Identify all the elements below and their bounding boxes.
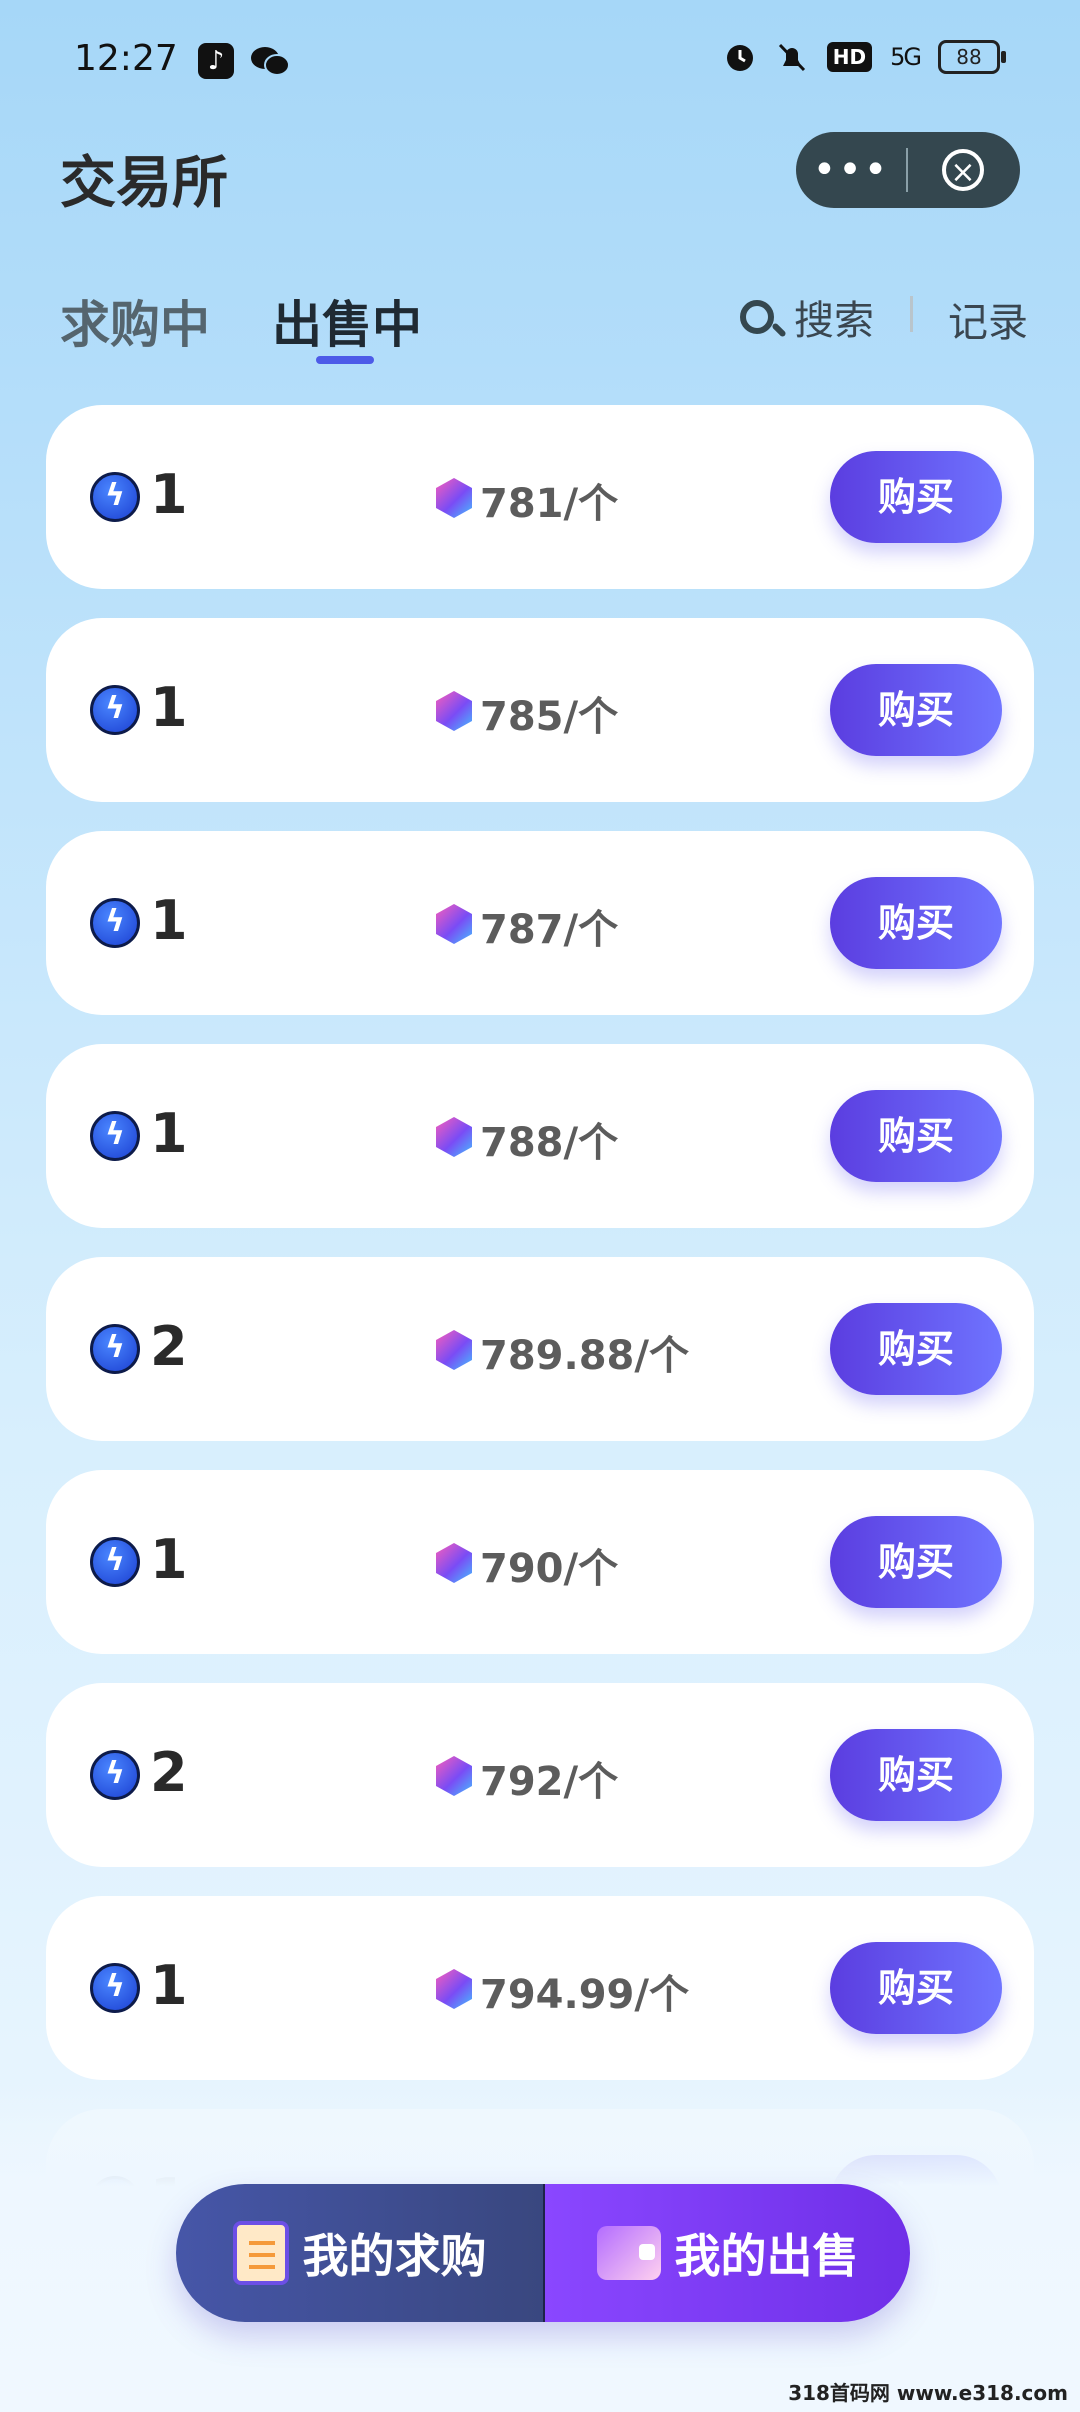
item-price: 787/个 — [480, 907, 619, 953]
list-item: ϟ 2 789.88/个 购买 — [46, 1257, 1034, 1441]
lightning-coin-icon: ϟ — [90, 1750, 140, 1800]
item-price: 789.88/个 — [480, 1333, 689, 1379]
lightning-coin-icon: ϟ — [90, 898, 140, 948]
buy-button[interactable]: 购买 — [830, 1516, 1002, 1608]
item-quantity: 1 — [150, 1528, 188, 1591]
alarm-icon — [726, 45, 753, 71]
signal-5g-icon: 5G — [890, 43, 922, 71]
list-item: ϟ 2 792/个 购买 — [46, 1683, 1034, 1867]
lightning-coin-icon: ϟ — [90, 1537, 140, 1587]
tab-buying[interactable]: 求购中 — [60, 285, 210, 357]
item-quantity: 1 — [150, 463, 188, 526]
buy-button[interactable]: 购买 — [830, 1942, 1002, 2034]
gem-icon — [436, 904, 472, 944]
my-sell-label: 我的出售 — [674, 2229, 859, 2283]
wechat-icon — [251, 47, 290, 76]
gem-icon — [436, 1969, 472, 2009]
tab-selling[interactable]: 出售中 — [272, 285, 422, 357]
gem-icon — [436, 691, 472, 731]
tiktok-icon: ♪ — [198, 43, 234, 79]
status-icons: HD 5G 88 — [723, 40, 1006, 74]
item-quantity: 1 — [150, 676, 188, 739]
lightning-coin-icon: ϟ — [90, 685, 140, 735]
mute-bell-icon — [778, 43, 805, 72]
buy-button[interactable]: 购买 — [830, 877, 1002, 969]
item-quantity: 1 — [150, 1102, 188, 1165]
list-item: ϟ 1 785/个 购买 — [46, 618, 1034, 802]
watermark: 318首码网 www.e318.com — [788, 2381, 1068, 2405]
search-icon — [740, 300, 774, 334]
item-quantity: 2 — [150, 1741, 188, 1804]
item-price: 790/个 — [480, 1546, 619, 1592]
my-sell-button[interactable]: 我的出售 — [545, 2184, 910, 2322]
item-quantity: 1 — [150, 1954, 188, 2017]
active-tab-indicator — [316, 356, 374, 364]
item-price: 785/个 — [480, 694, 619, 740]
search-label: 搜索 — [794, 298, 874, 344]
gem-icon — [436, 478, 472, 518]
hd-badge: HD — [826, 42, 873, 72]
search-button[interactable]: 搜索 — [740, 288, 874, 346]
buy-button[interactable]: 购买 — [830, 1303, 1002, 1395]
item-price: 792/个 — [480, 1759, 619, 1805]
wallet-icon — [596, 2226, 661, 2280]
close-icon: × — [942, 149, 984, 191]
list-item: ϟ 1 790/个 购买 — [46, 1470, 1034, 1654]
listing-list: ϟ 1 781/个 购买 ϟ 1 785/个 购买 ϟ 1 787/个 购买 ϟ… — [46, 405, 1034, 2258]
buy-button[interactable]: 购买 — [830, 1729, 1002, 1821]
lightning-coin-icon: ϟ — [90, 1324, 140, 1374]
gem-icon — [436, 1756, 472, 1796]
gem-icon — [436, 1543, 472, 1583]
item-quantity: 1 — [150, 889, 188, 952]
bottom-action-bar: 我的求购 我的出售 — [176, 2184, 910, 2322]
page-title: 交易所 — [60, 151, 228, 216]
status-time: 12:27 — [74, 38, 178, 79]
lightning-coin-icon: ϟ — [90, 1963, 140, 2013]
my-buy-button[interactable]: 我的求购 — [176, 2184, 543, 2322]
list-item: ϟ 1 787/个 购买 — [46, 831, 1034, 1015]
item-price: 788/个 — [480, 1120, 619, 1166]
clipboard-icon — [232, 2221, 289, 2285]
gem-icon — [436, 1117, 472, 1157]
item-price: 781/个 — [480, 481, 619, 527]
my-buy-label: 我的求购 — [302, 2229, 487, 2283]
divider — [910, 296, 913, 332]
item-quantity: 2 — [150, 1315, 188, 1378]
close-button[interactable]: × — [908, 149, 1018, 191]
more-button[interactable]: ••• — [796, 150, 906, 190]
list-item: ϟ 1 788/个 购买 — [46, 1044, 1034, 1228]
buy-button[interactable]: 购买 — [830, 451, 1002, 543]
list-item: ϟ 1 794.99/个 购买 — [46, 1896, 1034, 2080]
buy-button[interactable]: 购买 — [830, 664, 1002, 756]
battery-icon: 88 — [938, 40, 1006, 74]
lightning-coin-icon: ϟ — [90, 472, 140, 522]
mini-program-capsule: ••• × — [796, 132, 1020, 208]
gem-icon — [436, 1330, 472, 1370]
item-price: 794.99/个 — [480, 1972, 689, 2018]
buy-button[interactable]: 购买 — [830, 1090, 1002, 1182]
status-bar: 12:27 ♪ HD 5G 88 — [0, 0, 1080, 120]
list-item: ϟ 1 781/个 购买 — [46, 405, 1034, 589]
lightning-coin-icon: ϟ — [90, 1111, 140, 1161]
record-button[interactable]: 记录 — [948, 290, 1028, 348]
